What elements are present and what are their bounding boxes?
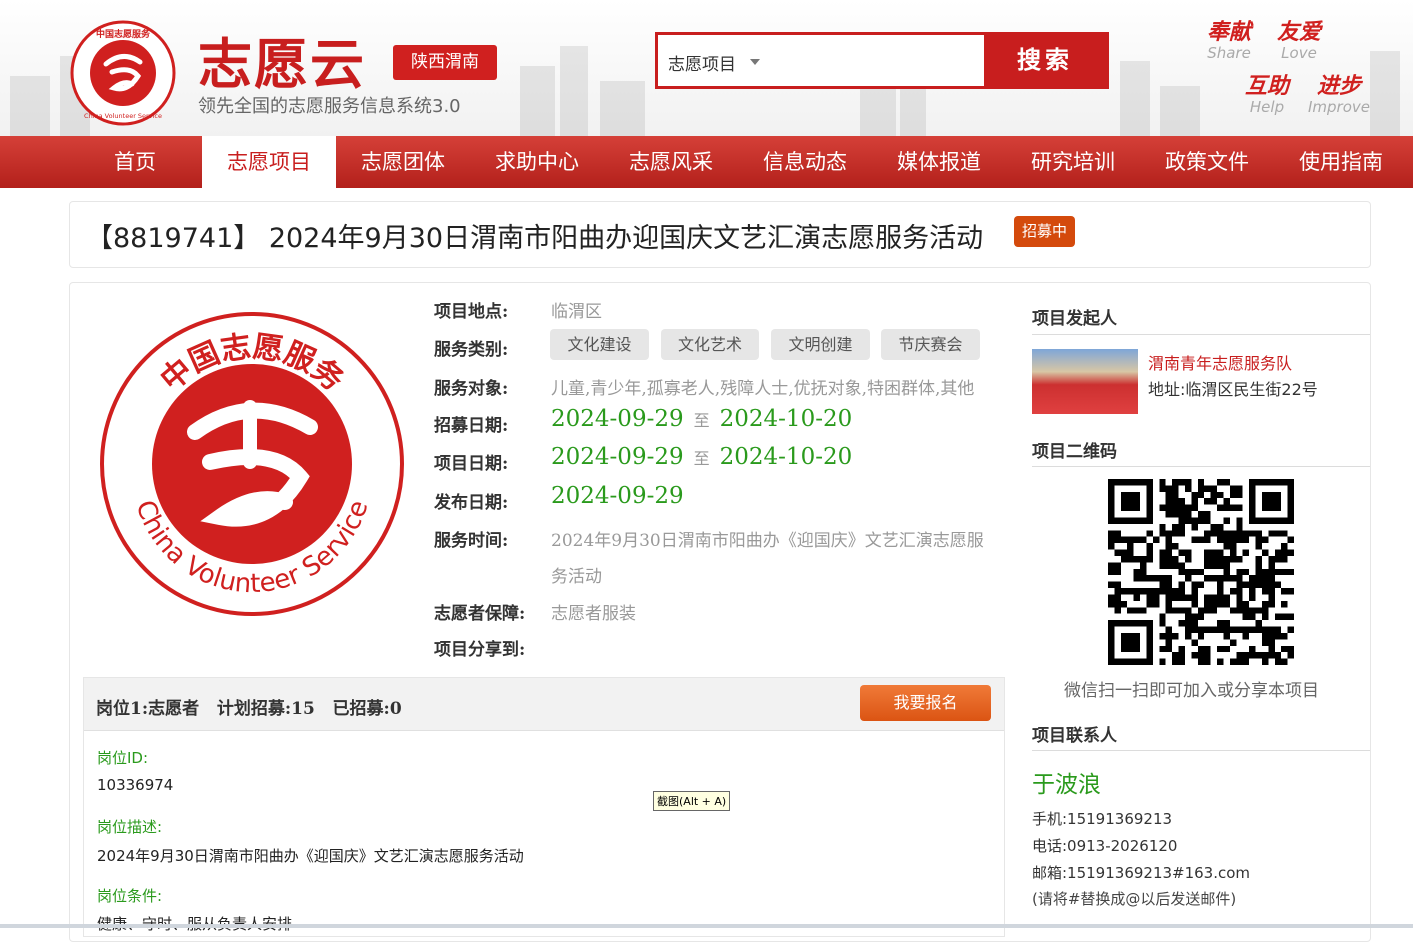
- contact-mobile: 手机:15191369213: [1032, 810, 1173, 828]
- job-desc-label: 岗位描述:: [97, 818, 163, 836]
- job-panel: 岗位1:志愿者 计划招募:15 已招募:0 我要报名 岗位ID: 1033697…: [83, 677, 1005, 937]
- email-note: (请将#替换成@以后发送邮件): [1032, 890, 1237, 908]
- divider: [1032, 466, 1370, 467]
- job-cond-label: 岗位条件:: [97, 887, 163, 905]
- contact-title: 项目联系人: [1032, 726, 1117, 746]
- project-start: 2024-09-29: [551, 444, 684, 470]
- project-date-range: 2024-09-29 至 2024-10-20: [551, 444, 852, 470]
- date-separator: 至: [693, 411, 710, 430]
- target-value: 儿童,青少年,孤寡老人,残障人士,优抚对象,特困群体,其他: [551, 379, 975, 399]
- qr-title: 项目二维码: [1032, 442, 1117, 462]
- value-help: 互助 Help: [1236, 68, 1298, 116]
- bottom-scrollbar-strip: [0, 924, 1413, 928]
- team-photo[interactable]: [1032, 349, 1138, 414]
- main-nav: 首页 志愿项目 志愿团体 求助中心 志愿风采 信息动态 媒体报道 研究培训 政策文件 使用指南: [0, 136, 1413, 188]
- status-badge: 招募中: [1014, 216, 1075, 247]
- search-button[interactable]: 搜索: [984, 35, 1106, 86]
- china-volunteer-logo[interactable]: 中国志愿服务 China Volunteer Service: [70, 20, 176, 126]
- job-header: 岗位1:志愿者 计划招募:15 已招募:0 我要报名: [84, 678, 1004, 731]
- contact-email: 邮箱:15191369213#163.com: [1032, 864, 1251, 882]
- chevron-down-icon: [750, 59, 760, 65]
- project-end: 2024-10-20: [719, 444, 853, 470]
- value-en: Improve: [1308, 98, 1371, 116]
- nav-item[interactable]: 使用指南: [1274, 136, 1408, 188]
- value-love: 友爱 Love: [1268, 14, 1330, 62]
- initiator-title: 项目发起人: [1032, 309, 1117, 329]
- value-en: Love: [1281, 44, 1317, 62]
- nav-item[interactable]: 政策文件: [1140, 136, 1274, 188]
- value-en: Share: [1207, 44, 1251, 62]
- value-cn: 奉献: [1206, 20, 1251, 45]
- job-id-value: 10336974: [97, 776, 174, 794]
- recruit-end: 2024-10-20: [719, 406, 853, 432]
- category-label: 服务类别:: [434, 340, 509, 360]
- category-tag[interactable]: 文化建设: [550, 329, 649, 360]
- project-cover-logo: 中国志愿服务 China Volunteer Service: [100, 312, 404, 616]
- project-qr-code: [1108, 479, 1294, 665]
- search-category-select[interactable]: 志愿项目: [658, 35, 984, 86]
- contact-phone: 电话:0913-2026120: [1032, 837, 1178, 855]
- team-address: 地址:临渭区民生街22号: [1148, 380, 1318, 399]
- value-cn: 互助: [1244, 74, 1289, 99]
- nav-item[interactable]: 研究培训: [1006, 136, 1140, 188]
- nav-item[interactable]: 首页: [68, 136, 202, 188]
- project-title-bar: 【8819741】 2024年9月30日渭南市阳曲办迎国庆文艺汇演志愿服务活动 …: [69, 201, 1371, 268]
- project-title: 【8819741】 2024年9月30日渭南市阳曲办迎国庆文艺汇演志愿服务活动: [86, 223, 984, 254]
- category-row: 服务类别: 文化建设 文化艺术 文明创建 节庆赛会: [434, 329, 1014, 361]
- nav-item[interactable]: 志愿风采: [604, 136, 738, 188]
- logo-text-top: 中国志愿服务: [96, 28, 151, 40]
- value-cn: 进步: [1316, 74, 1361, 99]
- contact-name: 于波浪: [1032, 772, 1101, 798]
- nav-item[interactable]: 志愿项目: [202, 136, 336, 188]
- service-time-label: 服务时间:: [434, 531, 509, 551]
- recruit-date-range: 2024-09-29 至 2024-10-20: [551, 406, 852, 432]
- nav-item[interactable]: 求助中心: [470, 136, 604, 188]
- value-share: 奉献 Share: [1198, 14, 1260, 62]
- guarantee-label: 志愿者保障:: [434, 604, 526, 624]
- location-value: 临渭区: [551, 302, 602, 322]
- category-tag[interactable]: 文化艺术: [661, 329, 759, 360]
- service-time-line1: 2024年9月30日渭南市阳曲办《迎国庆》文艺汇演志愿服: [551, 531, 984, 551]
- value-improve: 进步 Improve: [1308, 68, 1370, 116]
- location-label: 项目地点:: [434, 302, 509, 322]
- service-time-line2: 务活动: [551, 567, 602, 587]
- signup-button[interactable]: 我要报名: [860, 685, 991, 721]
- recruit-start: 2024-09-29: [551, 406, 684, 432]
- publish-date-label: 发布日期:: [434, 493, 509, 513]
- nav-item[interactable]: 信息动态: [738, 136, 872, 188]
- value-en: Help: [1249, 98, 1285, 116]
- brand-name[interactable]: 志愿云: [198, 20, 366, 99]
- value-cn: 友爱: [1276, 20, 1321, 45]
- recruit-date-label: 招募日期:: [434, 416, 509, 436]
- nav-item[interactable]: 媒体报道: [872, 136, 1006, 188]
- date-separator: 至: [693, 449, 710, 468]
- core-values: 奉献 Share 友爱 Love 互助 Help 进步 Improve: [1198, 14, 1388, 119]
- qr-caption: 微信扫一扫即可加入或分享本项目: [1064, 681, 1319, 701]
- share-label: 项目分享到:: [434, 640, 526, 660]
- category-tag[interactable]: 节庆赛会: [881, 329, 980, 360]
- job-summary: 岗位1:志愿者 计划招募:15 已招募:0: [96, 699, 402, 719]
- logo-text-bottom: China Volunteer Service: [84, 112, 162, 120]
- target-label: 服务对象:: [434, 379, 509, 399]
- job-desc-value: 2024年9月30日渭南市阳曲办《迎国庆》文艺汇演志愿服务活动: [97, 847, 524, 865]
- publish-date-value: 2024-09-29: [551, 483, 684, 509]
- divider: [1032, 750, 1370, 751]
- job-id-label: 岗位ID:: [97, 749, 149, 767]
- region-badge[interactable]: 陕西渭南: [393, 45, 497, 80]
- nav-item[interactable]: 志愿团体: [336, 136, 470, 188]
- search-bar: 志愿项目 搜索: [655, 32, 1109, 89]
- category-tag[interactable]: 文明创建: [771, 329, 870, 360]
- divider: [1032, 334, 1370, 335]
- slogan: 领先全国的志愿服务信息系统3.0: [198, 96, 461, 117]
- guarantee-value: 志愿者服装: [551, 604, 636, 624]
- site-header: 中国志愿服务 China Volunteer Service 志愿云 陕西渭南 …: [0, 0, 1413, 136]
- team-name-link[interactable]: 渭南青年志愿服务队: [1148, 350, 1292, 374]
- search-category-value: 志愿项目: [668, 55, 736, 75]
- screenshot-tooltip: 截图(Alt + A): [653, 791, 731, 811]
- project-date-label: 项目日期:: [434, 454, 509, 474]
